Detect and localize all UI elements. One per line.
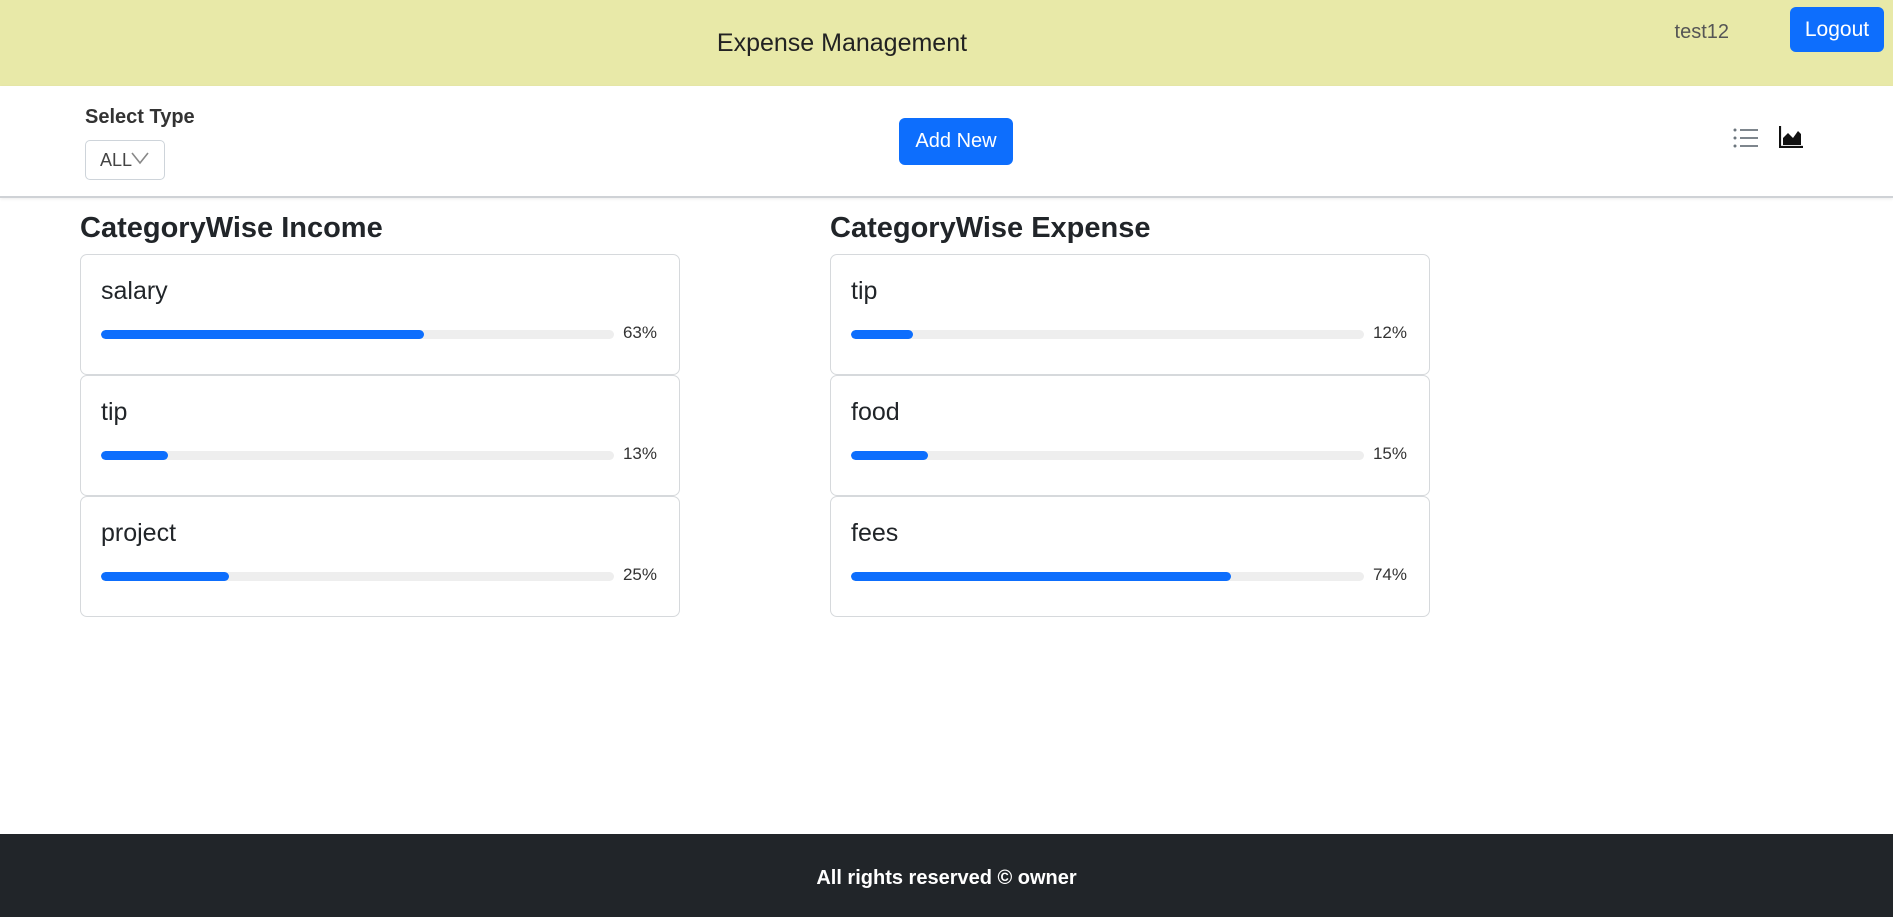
percent-label: 25% bbox=[622, 565, 657, 584]
progress-fill bbox=[101, 572, 230, 581]
logout-button[interactable]: Logout bbox=[1790, 7, 1884, 52]
category-name: fees bbox=[851, 519, 899, 547]
list-icon[interactable] bbox=[1733, 126, 1759, 150]
username: test12 bbox=[1674, 21, 1729, 43]
category-name: project bbox=[101, 519, 177, 547]
app-title: Expense Management bbox=[716, 29, 968, 57]
progress-fill bbox=[851, 572, 1231, 581]
percent-label: 63% bbox=[622, 323, 657, 342]
expense-card: food 15% bbox=[830, 375, 1430, 496]
area-chart-icon[interactable] bbox=[1779, 126, 1803, 148]
progress-fill bbox=[101, 451, 168, 460]
progress-track bbox=[101, 451, 614, 460]
percent-label: 13% bbox=[622, 444, 657, 463]
category-name: food bbox=[851, 398, 900, 426]
type-select-value: ALL bbox=[100, 150, 133, 170]
footer: All rights reserved © owner bbox=[0, 834, 1893, 917]
progress-track bbox=[851, 330, 1364, 339]
percent-label: 74% bbox=[1372, 565, 1407, 584]
select-type-label: Select Type bbox=[85, 106, 195, 128]
progress-track bbox=[851, 572, 1364, 581]
progress-track bbox=[101, 572, 614, 581]
progress-fill bbox=[101, 330, 425, 339]
income-card: salary 63% bbox=[80, 254, 680, 375]
progress-track bbox=[101, 330, 614, 339]
expense-card: tip 12% bbox=[830, 254, 1430, 375]
progress-fill bbox=[851, 330, 913, 339]
category-name: salary bbox=[101, 277, 168, 305]
income-card: project 25% bbox=[80, 496, 680, 617]
filter-toolbar: Select Type ALL Add New bbox=[0, 86, 1893, 198]
type-select[interactable]: ALL bbox=[85, 140, 165, 180]
progress-track bbox=[851, 451, 1364, 460]
income-section: CategoryWise Income salary 63% tip 13% p… bbox=[80, 198, 680, 617]
income-title: CategoryWise Income bbox=[80, 212, 383, 244]
chevron-down-icon bbox=[131, 152, 149, 165]
category-name: tip bbox=[851, 277, 878, 305]
income-card: tip 13% bbox=[80, 375, 680, 496]
expense-card: fees 74% bbox=[830, 496, 1430, 617]
expense-section: CategoryWise Expense tip 12% food 15% fe… bbox=[830, 198, 1430, 617]
expense-title: CategoryWise Expense bbox=[830, 212, 1151, 244]
percent-label: 12% bbox=[1372, 323, 1407, 342]
category-name: tip bbox=[101, 398, 128, 426]
app-header: Expense Management test12 Logout bbox=[0, 0, 1893, 86]
add-new-button[interactable]: Add New bbox=[899, 118, 1013, 165]
percent-label: 15% bbox=[1372, 444, 1407, 463]
progress-fill bbox=[851, 451, 928, 460]
